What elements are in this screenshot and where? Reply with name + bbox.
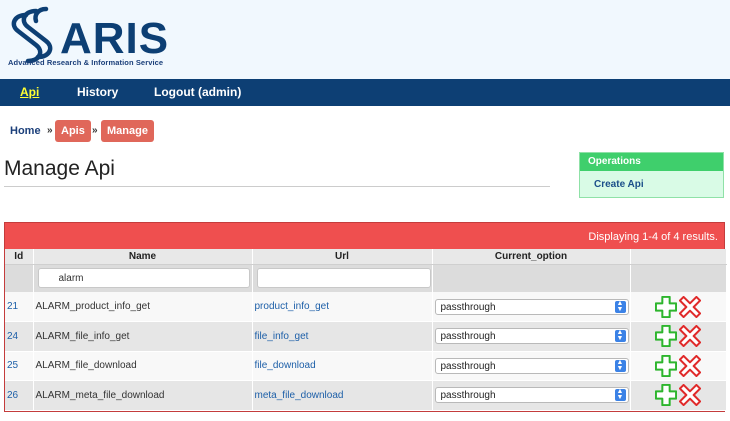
- filter-cell-name: [33, 264, 253, 292]
- delete-x-icon[interactable]: [678, 354, 701, 377]
- table-row: 26 ALARM_meta_file_download meta_file_do…: [5, 380, 727, 411]
- column-header-actions: [630, 249, 727, 265]
- row-name: ALARM_meta_file_download: [33, 380, 253, 411]
- filter-cell-url: [252, 264, 433, 292]
- breadcrumb-separator: »: [47, 125, 53, 136]
- api-grid: Displaying 1-4 of 4 results. Id Name Url…: [4, 222, 727, 412]
- nav-item-api[interactable]: Api: [20, 85, 39, 99]
- plus-icon[interactable]: [654, 325, 677, 348]
- name-filter-input[interactable]: [37, 268, 250, 289]
- row-id-link[interactable]: 21: [5, 292, 34, 322]
- filter-cell-actions: [630, 264, 727, 292]
- row-id-link[interactable]: 25: [5, 351, 34, 381]
- select-arrows-icon: ▲ ▼: [614, 388, 626, 402]
- select-arrows-icon: ▲ ▼: [614, 329, 626, 343]
- grid-summary: Displaying 1-4 of 4 results.: [5, 223, 724, 249]
- delete-x-icon[interactable]: [678, 295, 701, 318]
- option-select[interactable]: passthrough ▲ ▼: [434, 328, 629, 345]
- plus-icon[interactable]: [654, 295, 677, 318]
- create-api-link[interactable]: Create Api: [594, 179, 644, 190]
- column-header-name[interactable]: Name: [33, 249, 253, 265]
- option-select[interactable]: passthrough ▲ ▼: [434, 298, 629, 315]
- row-actions: [630, 351, 727, 381]
- column-header-url[interactable]: Url: [252, 249, 433, 265]
- delete-x-icon[interactable]: [678, 325, 701, 348]
- filter-cell-id: [5, 264, 34, 292]
- option-select[interactable]: passthrough ▲ ▼: [434, 357, 629, 374]
- option-select[interactable]: passthrough ▲ ▼: [434, 387, 629, 404]
- logo-subtitle: Advanced Research & Information Service: [8, 58, 164, 67]
- row-id-link[interactable]: 26: [5, 380, 34, 411]
- row-actions: [630, 292, 727, 322]
- row-url-link[interactable]: meta_file_download: [252, 380, 433, 411]
- row-option-cell: passthrough ▲ ▼: [432, 321, 631, 352]
- nav-item-history[interactable]: History: [77, 85, 118, 99]
- breadcrumb-apis-link[interactable]: Apis: [55, 120, 91, 142]
- row-actions: [630, 380, 727, 411]
- table-row: 24 ALARM_file_info_get file_info_get pas…: [5, 321, 727, 352]
- breadcrumb-home-link[interactable]: Home: [10, 125, 41, 137]
- row-url-link[interactable]: file_info_get: [252, 321, 433, 352]
- main-nav: Api History Logout (admin): [0, 79, 730, 106]
- select-arrows-icon: ▲ ▼: [614, 300, 626, 313]
- page-title: Manage Api: [4, 157, 115, 180]
- select-arrows-icon: ▲ ▼: [614, 359, 626, 372]
- row-actions: [630, 321, 727, 352]
- grid-body: 21 ALARM_product_info_get product_info_g…: [5, 292, 727, 411]
- delete-x-icon[interactable]: [678, 384, 701, 407]
- breadcrumb-manage-link[interactable]: Manage: [101, 120, 154, 142]
- plus-icon[interactable]: [654, 384, 677, 407]
- row-url-link[interactable]: file_download: [252, 351, 433, 381]
- filter-cell-option: [432, 264, 631, 292]
- breadcrumb-separator: »: [92, 125, 98, 136]
- column-header-current-option[interactable]: Current_option: [432, 249, 631, 265]
- api-table: Id Name Url Current_option 21 ALARM_prod…: [5, 249, 727, 411]
- operations-title: Operations: [580, 153, 723, 171]
- row-option-cell: passthrough ▲ ▼: [432, 351, 631, 381]
- url-filter-input[interactable]: [256, 268, 431, 289]
- table-row: 25 ALARM_file_download file_download pas…: [5, 351, 727, 381]
- table-row: 21 ALARM_product_info_get product_info_g…: [5, 292, 727, 322]
- row-option-cell: passthrough ▲ ▼: [432, 292, 631, 322]
- row-name: ALARM_product_info_get: [33, 292, 253, 322]
- nav-item-logout[interactable]: Logout (admin): [154, 85, 241, 99]
- row-name: ALARM_file_info_get: [33, 321, 253, 352]
- row-name: ALARM_file_download: [33, 351, 253, 381]
- logo-wordmark: ARIS: [60, 14, 169, 63]
- operations-panel: Operations Create Api: [579, 152, 724, 198]
- plus-icon[interactable]: [654, 354, 677, 377]
- row-url-link[interactable]: product_info_get: [252, 292, 433, 322]
- site-header: ARIS Advanced Research & Information Ser…: [0, 0, 730, 79]
- column-header-id[interactable]: Id: [5, 249, 34, 265]
- title-divider: [4, 186, 550, 187]
- row-id-link[interactable]: 24: [5, 321, 34, 352]
- row-option-cell: passthrough ▲ ▼: [432, 380, 631, 411]
